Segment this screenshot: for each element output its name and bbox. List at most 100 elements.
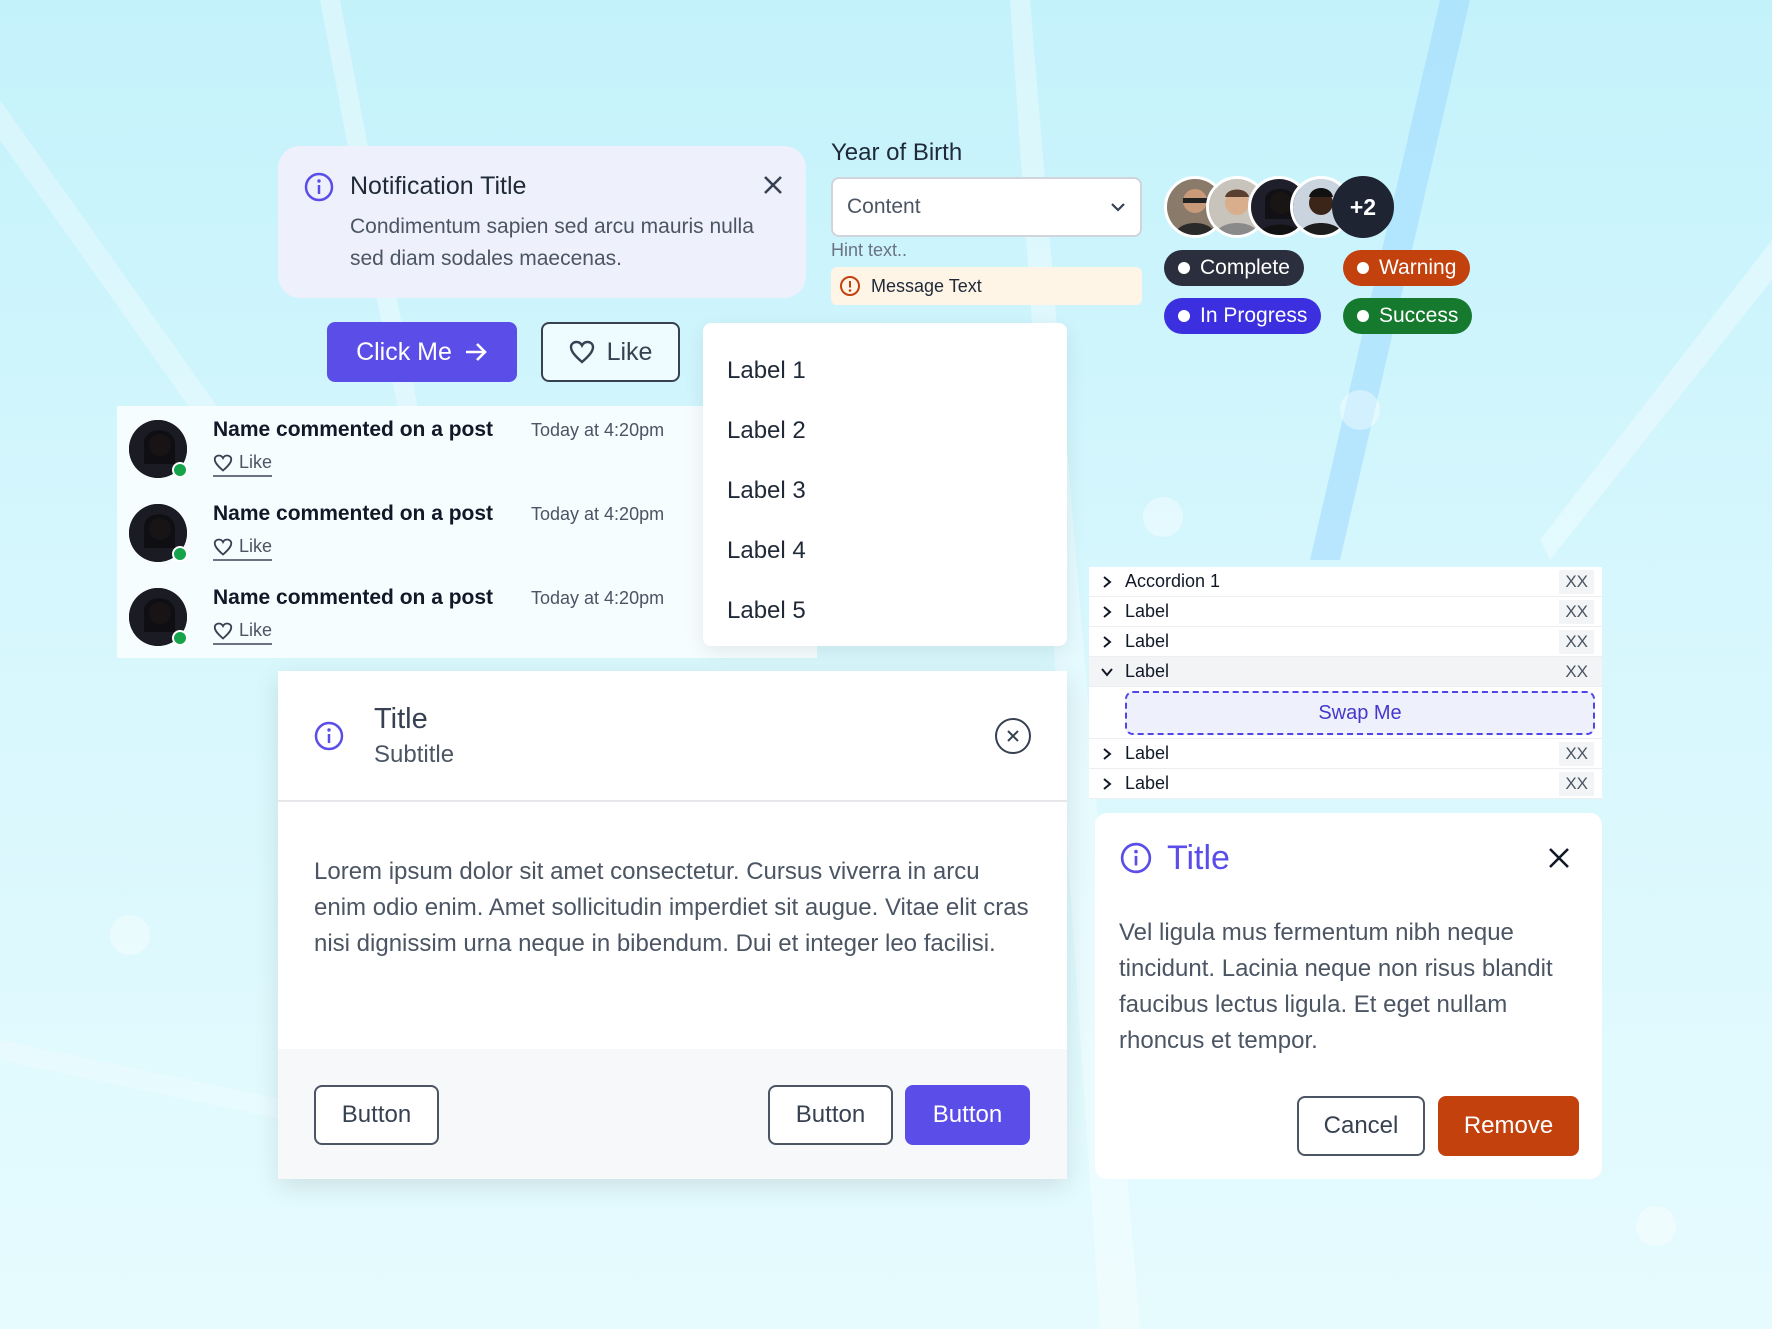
- accordion-tag: XX: [1559, 741, 1594, 766]
- modal-body: Lorem ipsum dolor sit amet consectetur. …: [314, 858, 1029, 957]
- badge-label: Complete: [1200, 256, 1290, 279]
- feed-name: Name commented on a post: [213, 418, 494, 441]
- feed-time: Today at 4:20pm: [531, 504, 665, 524]
- badge-dot: [1357, 262, 1369, 274]
- chevron-right-icon: [1089, 635, 1125, 649]
- feed-like-label: Like: [239, 452, 273, 472]
- heart-icon: [569, 340, 594, 364]
- accordion-label: Label: [1125, 743, 1170, 763]
- arrow-right-icon: [465, 343, 487, 361]
- modal: Title Subtitle Lorem ipsum dolor sit ame…: [278, 671, 1067, 1179]
- info-icon: [1120, 842, 1152, 874]
- feed-name: Name commented on a post: [213, 586, 494, 609]
- badge-in-progress: In Progress: [1164, 298, 1322, 334]
- confirm-dialog: Title Vel ligula mus fermentum nibh nequ…: [1095, 813, 1602, 1179]
- dialog-body: Vel ligula mus fermentum nibh neque tinc…: [1119, 919, 1553, 1054]
- badge-label: Warning: [1379, 256, 1457, 279]
- close-icon[interactable]: [762, 174, 784, 196]
- avatar-overflow-count: +2: [1332, 176, 1394, 238]
- accordion-tag: XX: [1559, 569, 1594, 594]
- badge-label: Success: [1379, 304, 1459, 327]
- chevron-down-icon: [1111, 203, 1125, 212]
- accordion-row[interactable]: Accordion 1 XX: [1089, 567, 1602, 597]
- accordion-row[interactable]: Label XX: [1089, 739, 1602, 769]
- dropdown-item[interactable]: Label 3: [703, 461, 1067, 521]
- modal-subtitle: Subtitle: [374, 741, 455, 768]
- chevron-right-icon: [1089, 777, 1125, 791]
- dialog-title: Title: [1167, 839, 1230, 877]
- feed-name: Name commented on a post: [213, 502, 494, 525]
- close-icon[interactable]: [1548, 847, 1570, 869]
- accordion-row[interactable]: Label XX: [1089, 627, 1602, 657]
- click-me-label: Click Me: [356, 337, 452, 366]
- heart-icon: [213, 454, 233, 472]
- dropdown-menu: Label 1 Label 2 Label 3 Label 4 Label 5: [703, 323, 1067, 646]
- accordion-row[interactable]: Label XX: [1089, 597, 1602, 627]
- feed-time: Today at 4:20pm: [531, 588, 665, 608]
- feed-like-link[interactable]: Like: [213, 620, 273, 645]
- remove-button[interactable]: Remove: [1438, 1096, 1579, 1156]
- modal-title: Title: [374, 703, 428, 735]
- modal-header: Title Subtitle: [278, 671, 1067, 802]
- accordion-row-expanded[interactable]: Label XX: [1089, 657, 1602, 687]
- chevron-down-icon: [1089, 667, 1125, 677]
- chevron-right-icon: [1089, 605, 1125, 619]
- cancel-button[interactable]: Cancel: [1297, 1096, 1425, 1156]
- accordion-tag: XX: [1559, 599, 1594, 624]
- like-label: Like: [606, 337, 653, 366]
- feed-time: Today at 4:20pm: [531, 420, 665, 440]
- message-text: Message Text: [871, 275, 982, 296]
- field-label: Year of Birth: [831, 139, 963, 166]
- accordion-tag: XX: [1559, 771, 1594, 796]
- online-indicator: [172, 630, 188, 646]
- accordion-label: Label: [1125, 631, 1170, 651]
- badge-complete: Complete: [1164, 250, 1304, 286]
- close-circle-icon[interactable]: [994, 717, 1032, 755]
- accordion-label: Label: [1125, 773, 1170, 793]
- dropdown-item[interactable]: Label 2: [703, 401, 1067, 461]
- chevron-right-icon: [1089, 575, 1125, 589]
- dropdown-item[interactable]: Label 5: [703, 581, 1067, 641]
- click-me-button[interactable]: Click Me: [327, 322, 517, 382]
- like-button[interactable]: Like: [541, 322, 680, 382]
- warning-message: Message Text: [831, 267, 1142, 305]
- year-select[interactable]: Content: [831, 177, 1142, 237]
- info-icon: [314, 721, 344, 751]
- dropdown-item[interactable]: Label 1: [703, 341, 1067, 401]
- dropdown-item[interactable]: Label 4: [703, 521, 1067, 581]
- accordion-label: Label: [1125, 661, 1170, 681]
- modal-left-button[interactable]: Button: [314, 1085, 439, 1145]
- feed-like-label: Like: [239, 620, 273, 640]
- info-icon: [304, 172, 334, 202]
- feed-like-link[interactable]: Like: [213, 452, 273, 477]
- badge-dot: [1178, 310, 1190, 322]
- notification-body: Condimentum sapien sed arcu mauris nulla…: [350, 215, 754, 270]
- modal-secondary-button[interactable]: Button: [768, 1085, 893, 1145]
- accordion: Accordion 1 XX Label XX Label XX Label X…: [1089, 567, 1602, 799]
- badge-dot: [1178, 262, 1190, 274]
- heart-icon: [213, 538, 233, 556]
- accordion-label: Label: [1125, 601, 1170, 621]
- notification-card: Notification Title Condimentum sapien se…: [278, 146, 806, 298]
- notification-title: Notification Title: [350, 172, 527, 200]
- modal-primary-button[interactable]: Button: [905, 1085, 1030, 1145]
- feed-like-label: Like: [239, 536, 273, 556]
- badge-warning: Warning: [1343, 250, 1471, 286]
- feed-like-link[interactable]: Like: [213, 536, 273, 561]
- accordion-row[interactable]: Label XX: [1089, 769, 1602, 799]
- chevron-right-icon: [1089, 747, 1125, 761]
- badge-success: Success: [1343, 298, 1473, 334]
- heart-icon: [213, 622, 233, 640]
- accordion-label: Accordion 1: [1125, 571, 1221, 591]
- accordion-tag: XX: [1559, 659, 1594, 684]
- accordion-tag: XX: [1559, 629, 1594, 654]
- alert-icon: [840, 276, 860, 296]
- badge-dot: [1357, 310, 1369, 322]
- online-indicator: [172, 546, 188, 562]
- avatar-group[interactable]: +2: [1164, 176, 1394, 238]
- online-indicator: [172, 462, 188, 478]
- accordion-panel: Swap Me: [1089, 687, 1602, 739]
- badge-label: In Progress: [1200, 304, 1308, 327]
- select-value: Content: [847, 195, 921, 218]
- swap-slot[interactable]: Swap Me: [1125, 691, 1595, 735]
